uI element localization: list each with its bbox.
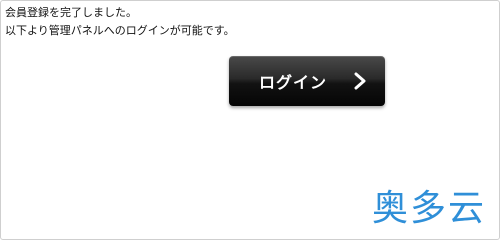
message-line-1: 会員登録を完了しました。 bbox=[5, 6, 137, 19]
chevron-right-icon bbox=[354, 72, 366, 90]
content-panel: 会員登録を完了しました。 以下より管理パネルへのログインが可能です。 ログイン … bbox=[0, 0, 500, 240]
watermark-logo: 奥多云 bbox=[372, 188, 487, 229]
login-button-label: ログイン bbox=[259, 73, 328, 92]
login-button[interactable]: ログイン bbox=[229, 56, 385, 106]
message-line-2: 以下より管理パネルへのログインが可能です。 bbox=[5, 24, 235, 37]
